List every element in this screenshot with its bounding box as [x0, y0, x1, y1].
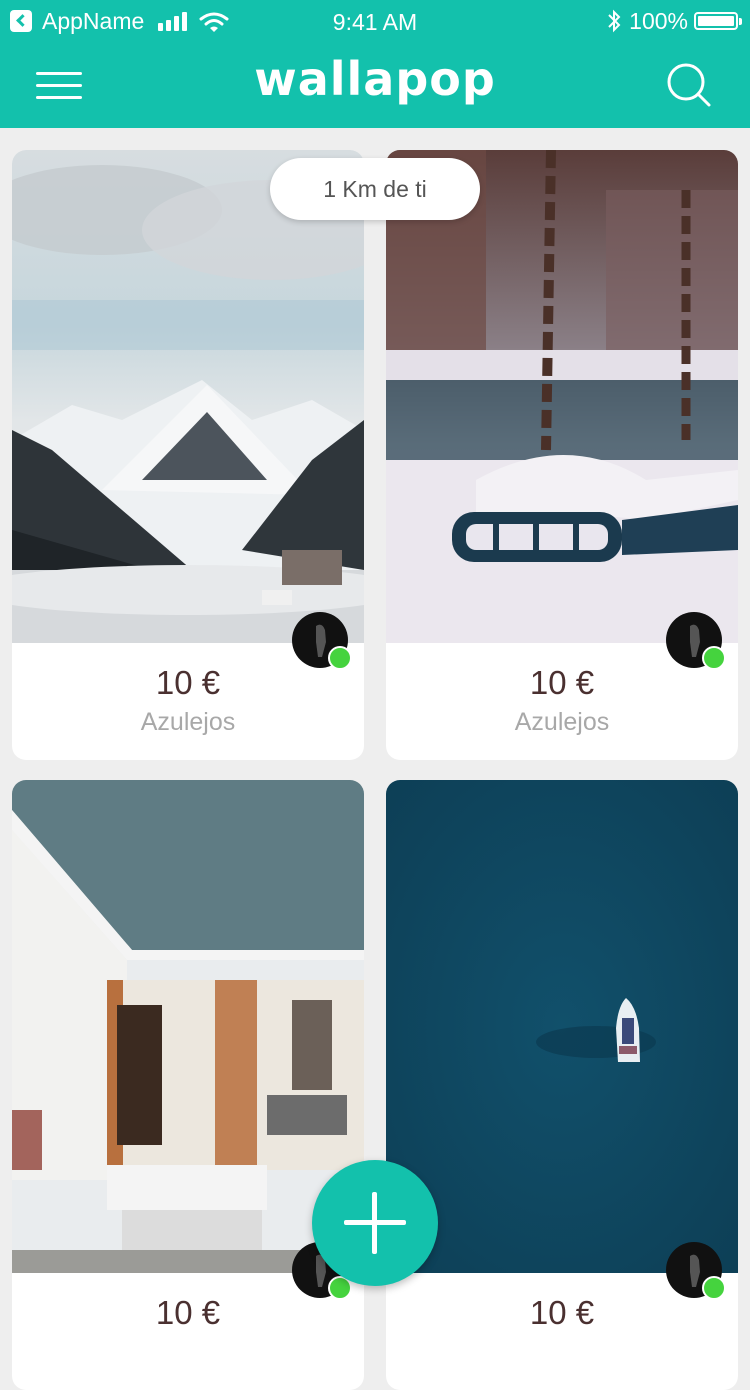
- product-card[interactable]: 10 €: [12, 780, 364, 1390]
- product-card[interactable]: 10 € Azulejos: [12, 150, 364, 760]
- product-card[interactable]: 10 €: [386, 780, 738, 1390]
- product-card[interactable]: 10 € Azulejos: [386, 150, 738, 760]
- product-price: 10 €: [155, 664, 221, 701]
- seller-avatar[interactable]: [666, 1242, 726, 1300]
- distance-filter-pill[interactable]: 1 Km de ti: [270, 158, 480, 220]
- white-house-porch-photo: [12, 780, 364, 1273]
- product-price: 10 €: [529, 1294, 595, 1331]
- snowy-mountain-photo: [12, 150, 364, 643]
- product-title: Azulejos: [140, 708, 236, 736]
- seller-avatar[interactable]: [292, 612, 352, 670]
- product-price: 10 €: [529, 664, 595, 701]
- snowy-swing-photo: [386, 150, 738, 643]
- product-price: 10 €: [155, 1294, 221, 1331]
- seller-avatar[interactable]: [666, 612, 726, 670]
- add-product-button[interactable]: [312, 1160, 438, 1286]
- product-title: Azulejos: [514, 708, 610, 736]
- boat-on-sea-photo: [386, 780, 738, 1273]
